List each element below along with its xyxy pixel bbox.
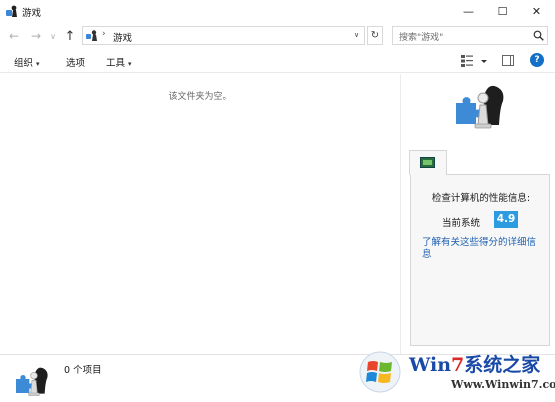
navigation-bar: ← → ∨ ↑ › 游戏 ∨ ↻ 搜索"游戏" bbox=[0, 22, 555, 49]
games-location-icon bbox=[86, 30, 97, 41]
empty-folder-message: 该文件夹为空。 bbox=[168, 92, 232, 102]
refresh-button[interactable]: ↻ bbox=[367, 26, 383, 45]
recent-locations-chevron-icon[interactable]: ∨ bbox=[48, 28, 58, 44]
site-watermark: Win7系统之家 Www.Winwin7.com bbox=[357, 346, 555, 402]
windows-logo-icon bbox=[359, 351, 401, 393]
brand-suffix: 系统之家 bbox=[464, 354, 541, 376]
preview-pane-icon[interactable] bbox=[502, 55, 514, 66]
item-count: 0 个项目 bbox=[64, 365, 102, 376]
up-arrow-icon[interactable]: ↑ bbox=[62, 28, 78, 44]
performance-heading: 检查计算机的性能信息: bbox=[431, 193, 531, 204]
organize-label: 组织 bbox=[14, 58, 34, 69]
watermark-url: Www.Winwin7.com bbox=[451, 378, 555, 391]
help-icon[interactable]: ? bbox=[530, 53, 544, 67]
options-button[interactable]: 选项 bbox=[66, 55, 85, 69]
change-view-icon[interactable] bbox=[460, 54, 490, 68]
command-bar: 组织 ▾ 选项 工具 ▾ ? bbox=[0, 49, 555, 73]
tools-label: 工具 bbox=[106, 58, 126, 69]
tab-performance[interactable] bbox=[409, 150, 447, 175]
system-score-badge: 4.9 bbox=[494, 211, 518, 228]
address-dropdown-chevron-icon[interactable]: ∨ bbox=[354, 31, 359, 39]
current-system-label: 当前系统 bbox=[442, 218, 481, 229]
file-list-area[interactable]: 该文件夹为空。 bbox=[0, 74, 400, 354]
breadcrumb-separator: › bbox=[102, 29, 106, 39]
back-arrow-icon[interactable]: ← bbox=[6, 28, 22, 44]
brand-prefix: Win bbox=[409, 354, 452, 376]
organize-menu-button[interactable]: 组织 ▾ bbox=[14, 55, 40, 69]
score-details-link[interactable]: 了解有关这些得分的详细信息 bbox=[422, 237, 542, 261]
breadcrumb-item-games[interactable]: 游戏 bbox=[113, 30, 132, 44]
games-chess-icon bbox=[6, 5, 17, 17]
search-input[interactable]: 搜索"游戏" bbox=[392, 26, 548, 45]
tools-menu-button[interactable]: 工具 ▾ bbox=[106, 55, 132, 69]
minimize-button[interactable]: — bbox=[452, 0, 485, 22]
brand-seven: 7 bbox=[451, 354, 465, 376]
search-icon[interactable] bbox=[533, 30, 544, 41]
close-button[interactable]: ✕ bbox=[520, 0, 553, 22]
maximize-button[interactable]: ☐ bbox=[486, 0, 519, 22]
search-placeholder: 搜索"游戏" bbox=[399, 33, 444, 43]
window-title: 游戏 bbox=[22, 8, 42, 19]
forward-arrow-icon[interactable]: → bbox=[28, 28, 44, 44]
chevron-down-icon: ▾ bbox=[128, 60, 132, 68]
preview-pane: 检查计算机的性能信息: 当前系统 4.9 了解有关这些得分的详细信息 bbox=[401, 74, 555, 354]
chevron-down-icon: ▾ bbox=[36, 60, 40, 68]
address-bar[interactable]: › 游戏 ∨ bbox=[82, 26, 365, 45]
games-chess-icon bbox=[16, 367, 48, 396]
games-chess-icon bbox=[456, 85, 504, 129]
performance-panel: 检查计算机的性能信息: 当前系统 4.9 了解有关这些得分的详细信息 bbox=[410, 174, 550, 346]
watermark-brand: Win7系统之家 bbox=[409, 350, 540, 377]
performance-gauge-icon bbox=[420, 157, 435, 168]
title-bar: 游戏 — ☐ ✕ bbox=[0, 0, 555, 22]
options-label: 选项 bbox=[66, 58, 86, 69]
